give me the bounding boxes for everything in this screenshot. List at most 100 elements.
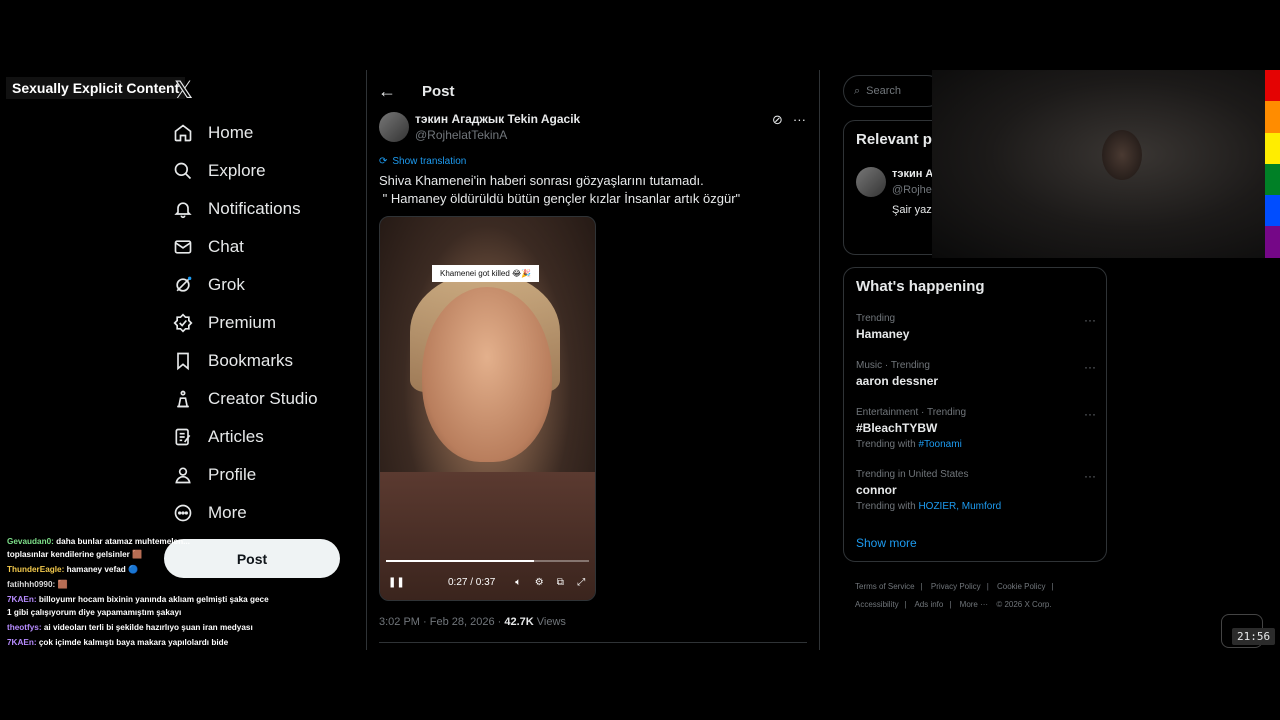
trend-tag-link[interactable]: #Toonami <box>918 439 961 450</box>
footer-link-more[interactable]: More ··· <box>960 600 988 609</box>
rainbow-stripe <box>1265 163 1280 196</box>
footer-link-cookie[interactable]: Cookie Policy <box>997 582 1045 591</box>
author-handle[interactable]: @RojhelatTekinA <box>415 128 580 142</box>
nav-label: Profile <box>208 465 257 484</box>
more-options-icon[interactable]: ··· <box>1084 313 1096 327</box>
relevant-title: Relevant p <box>856 131 932 148</box>
nav-item-chat[interactable]: Chat <box>172 228 362 266</box>
nav-item-more[interactable]: More <box>172 494 362 532</box>
more-options-icon[interactable]: ··· <box>1084 469 1096 483</box>
nav-label: Grok <box>208 275 245 294</box>
post-meta: 3:02 PM · Feb 28, 2026 · 42.7K Views <box>379 616 566 628</box>
home-icon <box>172 122 194 144</box>
footer-link-ads[interactable]: Ads info <box>914 600 943 609</box>
picture-in-picture-icon[interactable]: ⧉ <box>554 577 566 588</box>
nav-item-creator-studio[interactable]: Creator Studio <box>172 380 362 418</box>
nav-label: Bookmarks <box>208 351 294 370</box>
footer-separator: | <box>1051 582 1054 591</box>
sidebar-nav: Home Explore Notifications Chat Grok Pre… <box>172 114 362 532</box>
views-label: Views <box>533 616 566 628</box>
fullscreen-icon[interactable]: ⤢ <box>575 577 587 588</box>
more-icon <box>172 502 194 524</box>
bookmark-icon <box>172 350 194 372</box>
chat-text: daha bunlar atamaz muhtemelen... <box>56 537 190 546</box>
webcam-person <box>1102 130 1142 180</box>
trend-context: Entertainment · Trending <box>856 407 967 418</box>
video-progress-bar[interactable] <box>386 560 589 562</box>
chat-message: theotfys: ai videoları terli bi şekilde … <box>7 621 269 634</box>
post-text-line: Shiva Khamenei'in haberi sonrası gözyaşl… <box>379 173 704 188</box>
search-input[interactable]: ⌕ Search <box>843 75 943 107</box>
nav-label: Explore <box>208 161 266 180</box>
trend-name: connor <box>856 483 897 497</box>
footer-link-privacy[interactable]: Privacy Policy <box>931 582 981 591</box>
search-icon: ⌕ <box>854 84 861 97</box>
chat-message: Gevaudan0: daha bunlar atamaz muhtemelen… <box>7 537 190 559</box>
nav-item-explore[interactable]: Explore <box>172 152 362 190</box>
relevant-name[interactable]: тэкин А <box>892 168 933 180</box>
chat-user: theotfys: <box>7 623 42 632</box>
show-translation-link[interactable]: ⟳ Show translation <box>379 156 466 167</box>
trend-item[interactable]: Music · Trending aaron dessner ··· <box>856 360 1096 388</box>
chat-text: billoyumr hocam bixinin yanında aklıam g… <box>7 595 269 617</box>
post-timestamp[interactable]: 3:02 PM · Feb 28, 2026 · <box>379 616 504 628</box>
rainbow-stripe <box>1265 101 1280 133</box>
nav-label: Premium <box>208 313 277 332</box>
settings-icon[interactable]: ⚙ <box>533 577 545 588</box>
pause-icon[interactable]: ❚❚ <box>388 577 405 588</box>
nav-label: More <box>208 503 247 522</box>
rainbow-stripe <box>1265 226 1280 258</box>
trend-context: Trending <box>856 313 896 324</box>
more-options-icon[interactable]: ··· <box>1084 407 1096 421</box>
post-text-line: " Hamaney öldürüldü bütün gençler kızlar… <box>379 191 741 206</box>
nav-item-profile[interactable]: Profile <box>172 456 362 494</box>
grok-icon[interactable]: ⊘ <box>772 112 783 128</box>
search-icon <box>172 160 194 182</box>
footer-links: Terms of Service | Privacy Policy | Cookie… <box>855 578 1105 614</box>
author-name[interactable]: тэкин Агаджык Tekin Agacik <box>415 112 580 126</box>
chat-message: fatihhh0990: 🟫 <box>7 580 68 589</box>
footer-separator: | <box>986 582 989 591</box>
post-author[interactable]: тэкин Агаджык Tekin Agacik @RojhelatTeki… <box>379 112 580 142</box>
rainbow-stripe <box>1265 195 1280 227</box>
nav-item-bookmarks[interactable]: Bookmarks <box>172 342 362 380</box>
translate-icon: ⟳ <box>379 156 388 167</box>
trend-item[interactable]: Entertainment · Trending #BleachTYBW Tre… <box>856 407 1096 450</box>
nav-label: Creator Studio <box>208 389 318 408</box>
show-more-link[interactable]: Show more <box>856 536 917 550</box>
avatar[interactable] <box>379 112 409 142</box>
trend-item[interactable]: Trending in United States connor Trendin… <box>856 469 1096 512</box>
more-options-icon[interactable]: ··· <box>1084 360 1096 374</box>
volume-icon[interactable]: 🔈︎ <box>512 577 524 588</box>
nav-item-premium[interactable]: Premium <box>172 304 362 342</box>
footer-link-terms[interactable]: Terms of Service <box>855 582 915 591</box>
video-progress-fill <box>386 560 535 562</box>
post-text: Shiva Khamenei'in haberi sonrası gözyaşl… <box>379 172 799 208</box>
nav-item-home[interactable]: Home <box>172 114 362 152</box>
column-divider <box>366 70 367 650</box>
chat-message: ThunderEagle: hamaney vefad 🔵 <box>7 565 139 574</box>
relevant-handle[interactable]: @Rojhe <box>892 184 932 196</box>
more-options-icon[interactable]: ··· <box>793 112 806 128</box>
happening-title: What's happening <box>856 278 985 295</box>
video-time: 0:27 / 0:37 <box>448 577 496 588</box>
chat-message: 7KAEn: billoyumr hocam bixinin yanında a… <box>7 593 269 619</box>
rainbow-stripe <box>1265 70 1280 102</box>
nav-item-articles[interactable]: Articles <box>172 418 362 456</box>
divider <box>379 642 807 643</box>
back-arrow-icon[interactable]: ← <box>378 81 398 102</box>
trend-item[interactable]: Trending Hamaney ··· <box>856 313 1096 341</box>
footer-link-accessibility[interactable]: Accessibility <box>855 600 899 609</box>
video-caption: Khamenei got killed 😂🎉 <box>432 265 540 282</box>
trend-name: aaron dessner <box>856 374 939 388</box>
trend-with: Trending with HOZIER, Mumford <box>856 501 1096 512</box>
bell-icon <box>172 198 194 220</box>
articles-icon <box>172 426 194 448</box>
x-logo-icon[interactable]: 𝕏 <box>174 79 196 103</box>
trend-tag-link[interactable]: HOZIER, Mumford <box>918 501 1001 512</box>
video-player[interactable]: Khamenei got killed 😂🎉 ❚❚ 0:27 / 0:37 🔈︎… <box>379 216 596 601</box>
nav-item-notifications[interactable]: Notifications <box>172 190 362 228</box>
avatar[interactable] <box>856 167 886 197</box>
nav-item-grok[interactable]: Grok <box>172 266 362 304</box>
post-actions: ⊘ ··· <box>772 112 806 128</box>
